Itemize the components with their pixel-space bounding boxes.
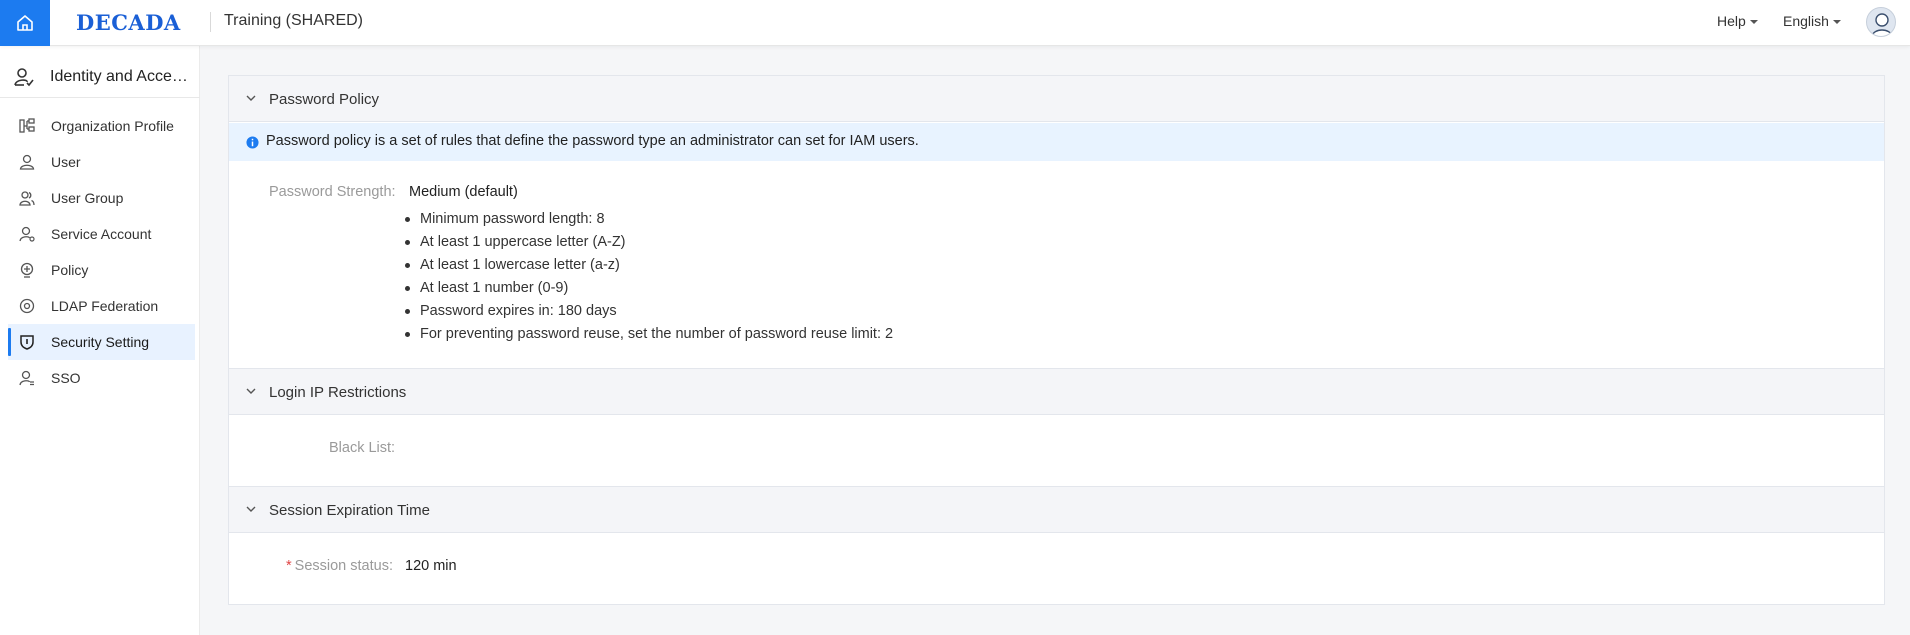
- sidebar-item-service-account[interactable]: Service Account: [8, 216, 195, 252]
- list-item: At least 1 uppercase letter (A-Z): [405, 231, 893, 254]
- sidebar-item-label: Security Setting: [51, 334, 150, 350]
- sidebar-item-label: LDAP Federation: [51, 298, 159, 314]
- black-list-label: Black List:: [329, 440, 396, 456]
- top-bar: DECADA Training (SHARED) Help English: [0, 0, 1910, 46]
- password-strength-value: Medium (default): [409, 184, 518, 200]
- header-divider: [210, 12, 211, 32]
- list-item: Password expires in: 180 days: [405, 300, 893, 323]
- session-status-label-text: Session status:: [294, 558, 393, 574]
- sidebar-item-label: User Group: [51, 190, 124, 206]
- decada-logo[interactable]: DECADA: [76, 10, 181, 35]
- password-rules-list: Minimum password length: 8 At least 1 up…: [405, 208, 893, 346]
- sidebar-item-label: Policy: [51, 262, 89, 278]
- session-status-label: * Session status:: [286, 558, 393, 574]
- section-title: Login IP Restrictions: [269, 384, 407, 401]
- sidebar-header: Identity and Access Management: [0, 56, 200, 98]
- user-group-icon: [19, 191, 35, 206]
- help-menu[interactable]: Help: [1717, 13, 1758, 29]
- caret-down-icon: [1749, 20, 1758, 25]
- sidebar-item-policy[interactable]: Policy: [8, 252, 195, 288]
- sso-icon: [19, 370, 34, 386]
- list-item: Minimum password length: 8: [405, 208, 893, 231]
- sidebar-item-ldap-federation[interactable]: LDAP Federation: [8, 288, 195, 324]
- sidebar-item-sso[interactable]: SSO: [8, 360, 195, 396]
- section-title: Password Policy: [269, 91, 380, 108]
- user-avatar-icon: [1871, 13, 1893, 36]
- password-policy-notice: Password policy is a set of rules that d…: [229, 123, 1884, 161]
- sidebar-title: Identity and Access Management: [50, 68, 190, 85]
- avatar[interactable]: [1866, 7, 1896, 37]
- sidebar-item-label: Service Account: [51, 226, 152, 242]
- login-ip-restrictions-header[interactable]: Login IP Restrictions: [229, 369, 1884, 415]
- sidebar-item-security-setting[interactable]: Security Setting: [8, 324, 195, 360]
- sidebar-item-organization-profile[interactable]: Organization Profile: [8, 108, 195, 144]
- language-menu[interactable]: English: [1783, 13, 1841, 29]
- identity-icon: [14, 68, 34, 87]
- list-item: For preventing password reuse, set the n…: [405, 323, 893, 346]
- home-icon: [17, 15, 33, 31]
- session-status-value: 120 min: [405, 558, 457, 574]
- notice-text: Password policy is a set of rules that d…: [266, 133, 919, 149]
- sidebar: Identity and Access Management Organizat…: [0, 46, 200, 635]
- sidebar-item-user-group[interactable]: User Group: [8, 180, 195, 216]
- list-item: At least 1 number (0-9): [405, 277, 893, 300]
- shield-icon: [20, 335, 34, 350]
- list-item: At least 1 lowercase letter (a-z): [405, 254, 893, 277]
- ldap-icon: [19, 298, 35, 314]
- workspace-name: Training (SHARED): [224, 12, 363, 29]
- password-policy-header[interactable]: Password Policy: [229, 76, 1884, 122]
- session-expiration-header[interactable]: Session Expiration Time: [229, 487, 1884, 533]
- sidebar-item-user[interactable]: User: [8, 144, 195, 180]
- language-label: English: [1783, 13, 1829, 29]
- chevron-down-icon: [246, 95, 256, 101]
- info-icon: [246, 136, 259, 149]
- org-chart-icon: [19, 118, 35, 133]
- sidebar-item-label: User: [51, 154, 81, 170]
- caret-down-icon: [1832, 20, 1841, 25]
- policy-icon: [20, 262, 34, 278]
- sidebar-item-label: SSO: [51, 370, 81, 386]
- required-mark: *: [286, 558, 292, 574]
- security-settings-panel: Password Policy Password policy is a set…: [228, 75, 1885, 605]
- service-account-icon: [19, 226, 35, 242]
- home-button[interactable]: [0, 0, 50, 46]
- password-strength-label: Password Strength:: [269, 184, 396, 200]
- user-icon: [19, 154, 35, 170]
- help-label: Help: [1717, 13, 1746, 29]
- chevron-down-icon: [246, 506, 256, 512]
- section-title: Session Expiration Time: [269, 502, 430, 519]
- sidebar-item-label: Organization Profile: [51, 118, 174, 134]
- chevron-down-icon: [246, 388, 256, 394]
